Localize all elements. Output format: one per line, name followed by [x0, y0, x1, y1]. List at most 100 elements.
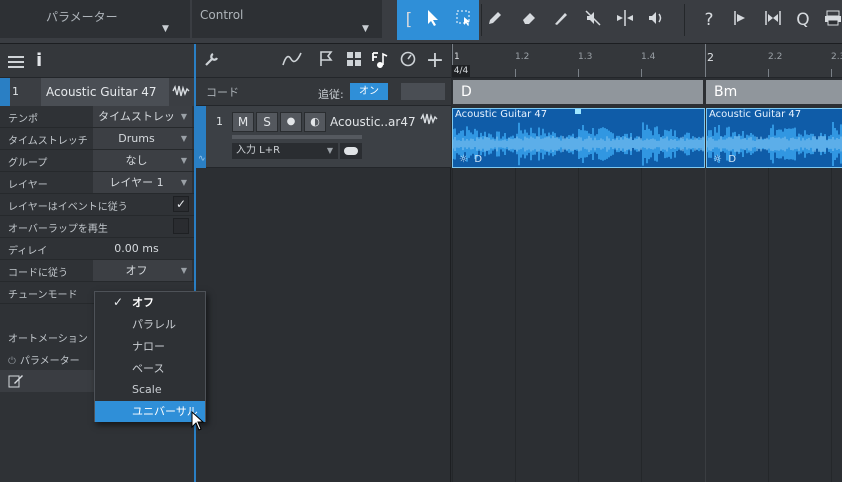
edit-icon[interactable] — [8, 374, 24, 391]
grid-line — [705, 168, 706, 482]
track-name-field[interactable]: Acoustic Guitar 47 — [41, 78, 169, 106]
quantize-icon[interactable] — [762, 9, 784, 31]
grid-line — [831, 168, 832, 482]
snap-icon[interactable] — [730, 9, 752, 31]
layer-dropdown[interactable]: レイヤー 1 ▼ — [93, 172, 192, 193]
inspector-row-layer: レイヤー レイヤー 1 ▼ — [0, 172, 194, 194]
event-handle[interactable] — [575, 109, 581, 114]
power-icon[interactable]: ⏻ — [8, 356, 16, 367]
ruler-tick — [705, 44, 706, 77]
eraser-icon[interactable] — [518, 9, 540, 31]
audio-event-footer: ☼ D — [713, 154, 736, 165]
menu-item-narrow[interactable]: ナロー — [95, 336, 205, 357]
inspector-track-header: 1 Acoustic Guitar 47 — [0, 78, 194, 106]
audio-event-footer: ☼ D — [459, 154, 482, 165]
add-track-icon[interactable]: + — [425, 50, 445, 72]
delay-field[interactable]: 0.00 ms — [93, 238, 192, 259]
ruler-label: 1.3 — [578, 52, 593, 62]
pointer-icon[interactable] — [422, 9, 444, 31]
input-selector[interactable]: 入力 L+R ▼ — [232, 143, 338, 159]
menu-item-bass[interactable]: ベース — [95, 358, 205, 379]
grid-icon[interactable] — [344, 51, 364, 71]
inspector-header: i — [0, 44, 194, 78]
timeline-ruler[interactable]: 1 1.2 1.3 1.4 2 2.2 2.3 4/4 — [452, 44, 842, 78]
track-color-strip[interactable] — [0, 78, 10, 106]
tempo-track-icon[interactable] — [398, 51, 418, 71]
chord-event-d[interactable]: D — [453, 80, 703, 104]
audio-track-header[interactable]: ∿ 1 M S ● ◐ Acoustic..ar47 入力 L+R ▼ — [196, 106, 451, 168]
follow-chords-label: コードに従う — [8, 268, 68, 279]
pencil-icon[interactable] — [484, 9, 506, 31]
ruler-tick — [641, 69, 642, 77]
control-selector-label: Control — [200, 8, 244, 22]
tempo-label: テンポ — [8, 114, 38, 125]
listen-icon[interactable] — [645, 9, 667, 31]
print-icon[interactable] — [822, 9, 842, 31]
solo-button[interactable]: S — [256, 112, 278, 132]
mute-button[interactable]: M — [232, 112, 254, 132]
follow-on-button[interactable]: オン — [350, 83, 388, 100]
inspector-row-delay: ディレイ 0.00 ms — [0, 238, 194, 260]
arrange-view[interactable]: 1 1.2 1.3 1.4 2 2.2 2.3 4/4 D Bm Acousti… — [452, 44, 842, 482]
wrench-icon[interactable] — [202, 51, 222, 71]
audio-event-chord: D — [728, 154, 737, 165]
group-dropdown[interactable]: なし ▼ — [93, 150, 192, 171]
split-icon[interactable] — [614, 9, 636, 31]
menu-item-off[interactable]: ✓ オフ — [95, 292, 205, 313]
mute-tool-icon[interactable] — [582, 9, 604, 31]
automation-curve-icon[interactable] — [282, 51, 302, 71]
layer-label: レイヤー — [8, 180, 48, 191]
record-button[interactable]: ● — [280, 112, 302, 132]
menu-item-label: ナロー — [132, 340, 165, 353]
waveform — [453, 122, 704, 166]
q-icon[interactable]: Q — [792, 9, 814, 31]
gear-icon[interactable]: ☼ — [713, 154, 722, 165]
follow-chords-value: オフ — [125, 264, 148, 277]
chord-event-bm[interactable]: Bm — [706, 80, 842, 104]
track-name[interactable]: Acoustic..ar47 — [330, 115, 416, 129]
bracket-icon[interactable]: [ — [398, 9, 420, 31]
inspector-row-tempo: テンポ タイムストレッチ▼ — [0, 106, 194, 144]
layer-follows-checkbox[interactable]: ✓ — [173, 196, 189, 212]
track-list-toolbar: + — [196, 44, 451, 78]
chord-lane[interactable]: D Bm — [452, 78, 842, 106]
chevron-down-icon: ▼ — [180, 266, 187, 275]
audio-event-name: Acoustic Guitar 47 — [709, 109, 802, 120]
marker-flag-icon[interactable] — [316, 51, 336, 71]
parameter-selector[interactable]: パラメーター ▼ — [0, 0, 190, 38]
control-selector[interactable]: Control ▼ — [192, 0, 382, 38]
delay-label: ディレイ — [8, 246, 48, 257]
range-select-icon[interactable] — [453, 9, 475, 31]
layer-follows-label: レイヤーはイベントに従う — [8, 202, 128, 213]
chevron-down-icon: ▼ — [180, 156, 187, 165]
menu-icon[interactable] — [8, 56, 24, 71]
menu-item-scale[interactable]: Scale — [95, 379, 205, 400]
audio-event[interactable]: Acoustic Guitar 47 ☼ D — [452, 108, 705, 168]
paint-icon[interactable] — [550, 9, 572, 31]
ruler-label: 1.2 — [515, 52, 530, 62]
level-meter — [232, 135, 362, 139]
ruler-label: 1 — [454, 52, 460, 62]
time-signature[interactable]: 4/4 — [452, 65, 470, 77]
menu-item-parallel[interactable]: パラレル — [95, 314, 205, 335]
chord-track-icon[interactable] — [370, 51, 390, 71]
audio-event[interactable]: Acoustic Guitar 47 ☼ D — [706, 108, 842, 168]
menu-item-universal[interactable]: ユニバーサル — [95, 401, 205, 422]
gear-icon[interactable]: ☼ — [459, 154, 468, 165]
menu-item-label: ベース — [132, 362, 165, 375]
help-icon[interactable]: ? — [698, 9, 720, 31]
automation-parameter[interactable]: ⏻ パラメーター — [8, 352, 80, 367]
tempo-dropdown[interactable]: タイムストレッチ▼ — [93, 106, 192, 144]
follow-off-button[interactable] — [401, 83, 445, 100]
monitor-button[interactable]: ◐ — [304, 112, 326, 132]
tune-mode-label: チューンモード — [8, 290, 78, 301]
monitor-toggle[interactable] — [340, 143, 362, 159]
ruler-tick — [515, 69, 516, 77]
audio-event-chord: D — [474, 154, 483, 165]
automation-parameter-label: パラメーター — [19, 356, 80, 367]
timestretch-dropdown[interactable]: Drums ▼ — [93, 128, 192, 149]
info-icon[interactable]: i — [36, 50, 42, 71]
play-overlaps-checkbox[interactable] — [173, 218, 189, 234]
expand-icon[interactable]: ∿ — [198, 154, 206, 164]
follow-chords-dropdown[interactable]: オフ ▼ — [93, 260, 192, 281]
